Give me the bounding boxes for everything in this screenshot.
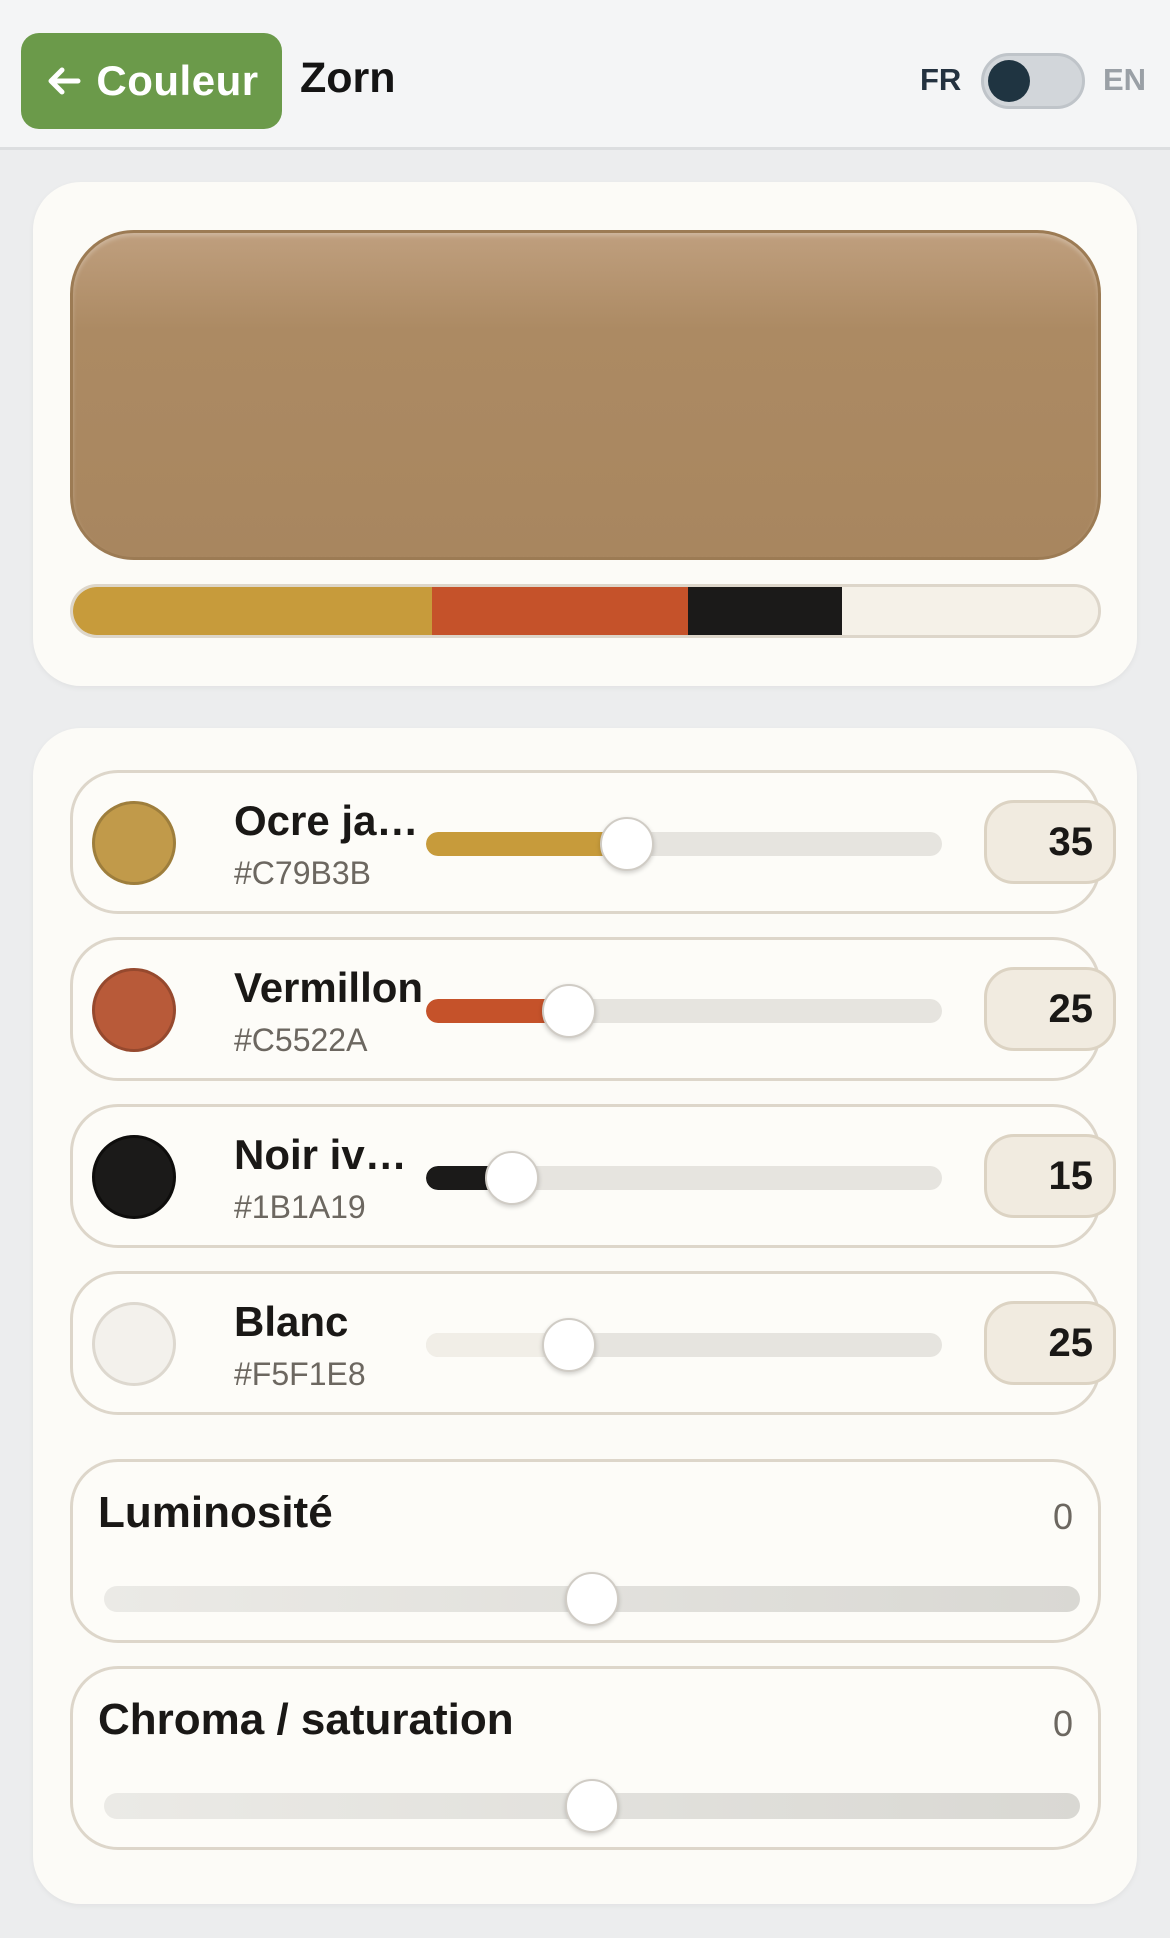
language-toggle[interactable] (981, 53, 1085, 109)
preview-card (33, 182, 1137, 686)
language-toggle-knob (988, 60, 1030, 102)
paint-slider-thumb[interactable] (542, 1318, 597, 1372)
paint-slider-fill (426, 832, 627, 856)
lang-en-label[interactable]: EN (1103, 62, 1146, 98)
paint-amount-input[interactable]: 35 (984, 800, 1116, 884)
mix-segment-blanc (841, 587, 1098, 635)
paint-amount-input[interactable]: 25 (984, 967, 1116, 1051)
luminosity-value: 0 (1052, 1496, 1073, 1537)
chroma-value: 0 (1052, 1703, 1073, 1744)
paint-hex: #F5F1E8 (234, 1356, 366, 1392)
mix-proportion-bar (70, 584, 1101, 638)
chroma-slider-thumb[interactable] (565, 1779, 619, 1833)
lang-fr-label[interactable]: FR (920, 62, 961, 98)
top-bar: Couleur Zorn FR EN (0, 0, 1170, 150)
paint-slider-track[interactable] (426, 1333, 942, 1357)
paint-name: Ocre ja… (234, 797, 419, 844)
back-button-label: Couleur (96, 57, 259, 104)
back-to-color-button[interactable]: Couleur (21, 33, 282, 129)
paint-swatch (92, 968, 176, 1052)
paint-name: Noir iv… (234, 1131, 407, 1178)
chroma-control: Chroma / saturation 0 (70, 1666, 1101, 1850)
paint-amount-input[interactable]: 25 (984, 1301, 1116, 1385)
paint-row-ocre: Ocre ja… #C79B3B 35 (70, 770, 1116, 914)
paint-swatch (92, 1302, 176, 1386)
paint-slider-track[interactable] (426, 999, 942, 1023)
paint-row-vermillon: Vermillon #C5522A 25 (70, 937, 1116, 1081)
mix-segment-vermillon (431, 587, 688, 635)
paint-swatch (92, 1135, 176, 1219)
paint-slider-track[interactable] (426, 832, 942, 856)
paint-slider-thumb[interactable] (542, 984, 597, 1038)
paint-row-blanc: Blanc #F5F1E8 25 (70, 1271, 1116, 1415)
paint-hex: #C5522A (234, 1022, 368, 1058)
arrow-left-icon (44, 61, 84, 101)
paint-slider-thumb[interactable] (599, 817, 654, 871)
paint-swatch (92, 801, 176, 885)
mix-segment-ocre (73, 587, 432, 635)
paint-amount-input[interactable]: 15 (984, 1134, 1116, 1218)
paint-hex: #1B1A19 (234, 1189, 366, 1225)
mix-segment-noir (688, 587, 842, 635)
paint-row-noir: Noir iv… #1B1A19 15 (70, 1104, 1116, 1248)
luminosity-slider-thumb[interactable] (565, 1572, 619, 1626)
luminosity-control: Luminosité 0 (70, 1459, 1101, 1643)
paint-name: Blanc (234, 1298, 349, 1345)
paint-slider-thumb[interactable] (485, 1151, 539, 1205)
chroma-label: Chroma / saturation (98, 1695, 514, 1744)
mix-controls-card: Ocre ja… #C79B3B 35 Vermillon #C5522A 25… (33, 728, 1137, 1904)
paint-hex: #C79B3B (234, 855, 371, 891)
paint-name: Vermillon (234, 964, 424, 1011)
mixed-color-preview (70, 230, 1101, 560)
page-title: Zorn (300, 54, 396, 102)
luminosity-label: Luminosité (98, 1488, 333, 1537)
